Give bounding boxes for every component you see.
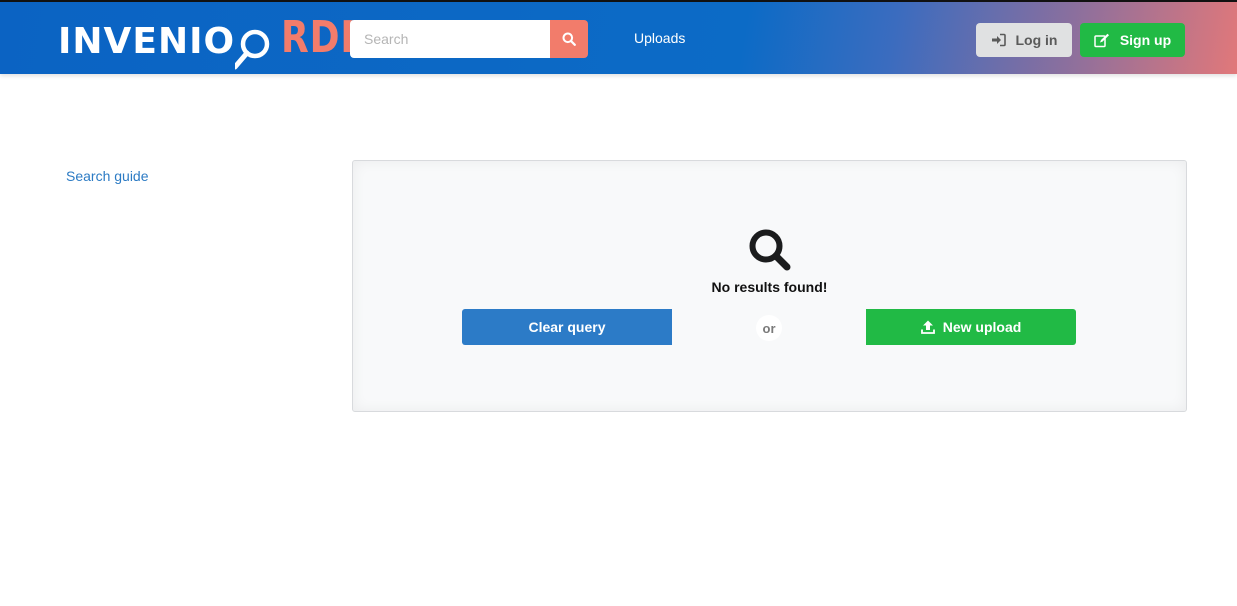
clear-query-button[interactable]: Clear query	[462, 309, 672, 345]
search-input[interactable]	[350, 20, 550, 58]
invenio-rdm-logo[interactable]: INVENIO RDM	[58, 14, 398, 70]
search-bar	[350, 20, 588, 58]
nav-uploads-link[interactable]: Uploads	[634, 30, 685, 46]
search-guide-link[interactable]: Search guide	[66, 168, 149, 184]
top-navbar: INVENIO RDM Uploads Log in	[0, 0, 1237, 74]
signup-label: Sign up	[1119, 32, 1172, 48]
sign-in-icon	[991, 33, 1006, 47]
magnifier-logo-icon	[232, 14, 279, 70]
or-divider: or	[756, 315, 782, 341]
new-upload-button[interactable]: New upload	[866, 309, 1076, 345]
logo-invenio-text: INVENIO	[58, 21, 236, 62]
login-button[interactable]: Log in	[976, 23, 1072, 57]
search-icon	[749, 229, 791, 271]
upload-icon	[920, 320, 935, 334]
new-upload-label: New upload	[942, 319, 1022, 335]
search-icon	[562, 32, 576, 46]
signup-button[interactable]: Sign up	[1080, 23, 1185, 57]
no-results-message: No results found!	[711, 279, 828, 295]
edit-icon	[1094, 33, 1109, 47]
search-button[interactable]	[550, 20, 588, 58]
empty-results-panel: No results found! Clear query or New upl…	[352, 160, 1187, 412]
login-label: Log in	[1015, 32, 1058, 48]
